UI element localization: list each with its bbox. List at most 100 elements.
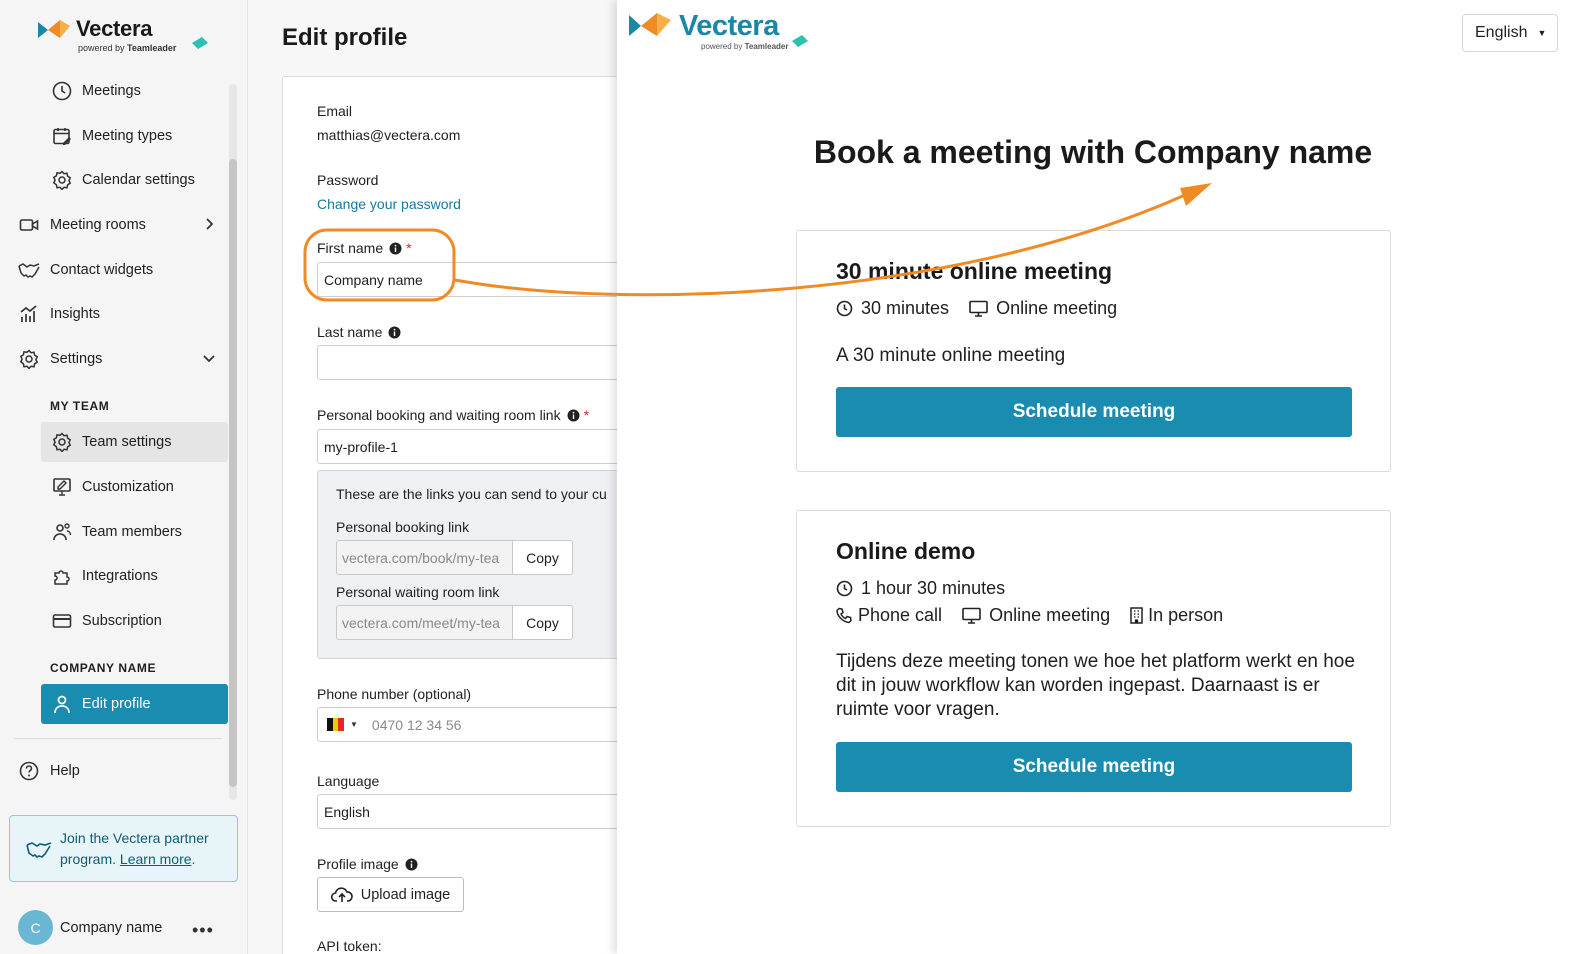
email-label: Email [317,103,353,119]
gear-icon [18,348,40,370]
last-name-input[interactable] [317,345,647,380]
meeting-title: Online demo [836,538,976,564]
schedule-meeting-button[interactable]: Schedule meeting [836,742,1352,792]
meeting-duration: 1 hour 30 minutes [861,578,1006,598]
brand-powered-by: powered by Teamleader [78,43,177,53]
sidebar-item-settings[interactable]: Settings [10,339,228,379]
monitor-icon [969,300,988,317]
partner-program-banner: Join the Vectera partner program. Learn … [9,815,238,882]
section-label-company: COMPANY NAME [50,661,157,675]
sidebar-item-label: Help [50,763,80,779]
personal-waiting-label: Personal waiting room link [336,584,500,600]
upload-image-button[interactable]: Upload image [317,877,464,912]
sidebar-item-subscription[interactable]: Subscription [41,601,228,641]
password-label: Password [317,172,379,188]
building-icon [1130,607,1143,624]
personal-booking-label: Personal booking link [336,519,470,535]
vectera-logo-icon [38,20,70,38]
phone-input[interactable]: ▼ 0470 12 34 56 [317,707,647,742]
sidebar-item-label: Settings [50,351,103,367]
handshake-icon [26,838,52,860]
more-options-icon[interactable]: ••• [192,920,214,941]
language-dropdown[interactable]: English ▼ [1462,14,1558,52]
chevron-down-icon: ▼ [1537,28,1547,38]
sidebar-scrollbar[interactable] [229,84,237,800]
video-camera-icon [18,214,40,236]
change-password-link[interactable]: Change your password [317,196,461,212]
gear-icon [51,169,73,191]
info-icon[interactable] [389,242,402,255]
country-dropdown-icon[interactable]: ▼ [350,720,358,729]
sidebar-item-label: Team settings [82,434,172,450]
section-label-my-team: MY TEAM [50,399,110,413]
sidebar-item-integrations[interactable]: Integrations [41,556,228,596]
meeting-type-online: Online meeting [996,298,1118,318]
meeting-title: 30 minute online meeting [836,258,1113,284]
sidebar-item-label: Subscription [82,613,162,629]
brand-name: Vectera [679,10,779,42]
info-icon[interactable] [405,858,418,871]
info-icon[interactable] [567,409,580,422]
meeting-meta: 30 minutes Online meeting [836,298,1117,319]
copy-waiting-link-button[interactable]: Copy [513,605,573,640]
credit-card-icon [51,610,73,632]
help-circle-icon [18,760,40,782]
sidebar-item-help[interactable]: Help [10,751,228,791]
vectera-logo[interactable]: Vectera powered by Teamleader [38,18,208,53]
sidebar-item-label: Meeting types [82,128,173,144]
vectera-logo[interactable]: Vectera powered by Teamleader [627,10,808,51]
clock-icon [836,580,853,597]
sidebar-item-calendar-settings[interactable]: Calendar settings [41,160,228,200]
meeting-duration: 30 minutes [861,298,950,318]
personal-waiting-link-field[interactable]: vectera.com/meet/my-tea [336,605,513,640]
copy-booking-link-button[interactable]: Copy [513,540,573,575]
first-name-label: First name * [317,240,412,256]
schedule-meeting-button[interactable]: Schedule meeting [836,387,1352,437]
language-label: Language [317,773,380,789]
sidebar-item-meeting-types[interactable]: Meeting types [41,116,228,156]
bar-chart-icon [18,303,40,325]
sidebar-item-label: Meeting rooms [50,217,146,233]
clock-icon [51,80,73,102]
info-icon[interactable] [388,326,401,339]
meeting-meta: 1 hour 30 minutes [836,578,1005,599]
sidebar-item-contact-widgets[interactable]: Contact widgets [10,250,228,290]
monitor-icon [962,607,981,624]
sidebar-item-label: Contact widgets [50,262,154,278]
last-name-label: Last name [317,324,401,340]
clock-icon [836,300,853,317]
meeting-description: A 30 minute online meeting [836,345,1066,366]
sidebar-item-meeting-rooms[interactable]: Meeting rooms [10,205,228,245]
sidebar-item-team-settings[interactable]: Team settings [41,422,228,462]
vectera-logo-icon [629,13,671,36]
sidebar-item-label: Edit profile [82,696,151,712]
sidebar-item-meetings[interactable]: Meetings [41,71,228,111]
sidebar-item-customization[interactable]: Customization [41,467,228,507]
user-name: Company name [60,919,163,936]
sidebar-item-edit-profile[interactable]: Edit profile [41,684,228,724]
personal-booking-link-field[interactable]: vectera.com/book/my-tea [336,540,513,575]
sidebar-item-label: Integrations [82,568,158,584]
page-title: Edit profile [282,24,408,51]
profile-image-label: Profile image [317,856,418,872]
sidebar-divider [14,738,222,739]
sidebar-item-team-members[interactable]: Team members [41,512,228,552]
meeting-type-card: 30 minute online meeting 30 minutes Onli… [796,230,1391,472]
sidebar-item-insights[interactable]: Insights [10,294,228,334]
teamleader-mark-icon [792,35,808,47]
language-select[interactable]: English [317,794,647,829]
country-flag-belgium-icon[interactable] [327,718,345,731]
user-account[interactable]: C Company name [18,910,162,945]
meeting-description: Tijdens deze meeting tonen we hoe het pl… [836,651,1355,720]
meeting-types: Phone call Online meeting In person [836,605,1223,626]
gear-icon [51,431,73,453]
chevron-down-icon [203,355,215,363]
links-info-box: These are the links you can send to your… [317,470,637,659]
first-name-input[interactable]: Company name [317,262,647,297]
booking-link-input[interactable]: my-profile-1 [317,429,647,464]
chevron-right-icon [206,218,214,230]
booking-headline: Book a meeting with Company name [813,134,1373,170]
sidebar-scrollbar-thumb[interactable] [229,159,237,787]
partner-text: Join the Vectera partner program. Learn … [60,829,209,867]
learn-more-link[interactable]: Learn more [120,851,192,867]
